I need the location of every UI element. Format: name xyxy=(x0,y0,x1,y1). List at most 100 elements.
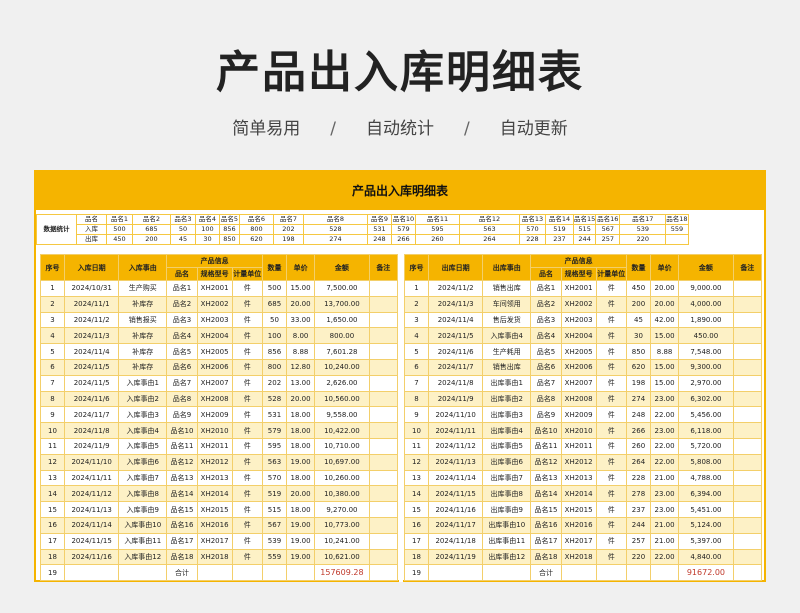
table-cell[interactable]: 品名3 xyxy=(166,311,198,329)
table-cell[interactable]: 入库事由8 xyxy=(118,485,168,503)
table-cell[interactable]: 品名13 xyxy=(166,469,198,487)
table-cell[interactable]: 出库事由1 xyxy=(482,374,532,392)
table-cell[interactable]: XH2010 xyxy=(196,422,233,439)
table-cell[interactable]: 件 xyxy=(231,501,263,518)
table-cell[interactable]: 19.00 xyxy=(285,516,316,534)
table-cell[interactable]: 出库事由12 xyxy=(482,548,532,566)
table-cell[interactable]: 件 xyxy=(231,343,263,360)
table-cell[interactable]: 22.00 xyxy=(649,437,680,455)
table-cell[interactable]: 2024/11/15 xyxy=(427,485,484,503)
table-cell[interactable]: 件 xyxy=(231,358,263,376)
table-cell[interactable]: 2024/11/2 xyxy=(63,311,120,329)
table-cell[interactable]: XH2014 xyxy=(560,485,597,503)
table-cell[interactable]: 2024/11/14 xyxy=(427,469,484,487)
table-cell[interactable]: 9,558.00 xyxy=(314,406,370,424)
table-cell[interactable] xyxy=(368,501,399,518)
table-cell[interactable]: 1,890.00 xyxy=(678,311,734,329)
table-cell[interactable]: 800.00 xyxy=(314,327,370,345)
table-cell[interactable]: 237 xyxy=(626,501,651,518)
table-cell[interactable]: 品名8 xyxy=(530,390,562,408)
table-cell[interactable]: 品名7 xyxy=(530,374,562,392)
table-cell[interactable]: 品名17 xyxy=(166,532,198,550)
table-cell[interactable]: 595 xyxy=(262,437,287,455)
table-cell[interactable]: 10,240.00 xyxy=(314,358,370,376)
table-cell[interactable]: 16 xyxy=(404,516,429,534)
table-cell[interactable]: 2024/11/12 xyxy=(427,437,484,455)
table-cell[interactable]: 18.00 xyxy=(285,422,316,439)
table-cell[interactable]: 450.00 xyxy=(678,327,734,345)
table-cell[interactable]: 21.00 xyxy=(649,469,680,487)
table-cell[interactable]: 品名9 xyxy=(530,406,562,424)
table-cell[interactable]: 车间领用 xyxy=(482,295,532,313)
table-cell[interactable] xyxy=(368,280,399,297)
table-cell[interactable]: 10,621.00 xyxy=(314,548,370,566)
table-cell[interactable]: 528 xyxy=(262,390,287,408)
table-cell[interactable]: 856 xyxy=(262,343,287,360)
table-cell[interactable]: XH2001 xyxy=(196,280,233,297)
table-cell[interactable]: 出库事由2 xyxy=(482,390,532,408)
table-cell[interactable]: 17 xyxy=(404,532,429,550)
table-cell[interactable]: 23.00 xyxy=(649,501,680,518)
table-cell[interactable]: 7,601.28 xyxy=(314,343,370,360)
table-cell[interactable]: XH2010 xyxy=(560,422,597,439)
table-cell[interactable]: 件 xyxy=(231,390,263,408)
table-cell[interactable]: 260 xyxy=(626,437,651,455)
table-cell[interactable]: 685 xyxy=(262,295,287,313)
table-cell[interactable]: 21.00 xyxy=(649,532,680,550)
table-cell[interactable]: 品名2 xyxy=(166,295,198,313)
table-cell[interactable]: 入库事由9 xyxy=(118,501,168,518)
table-cell[interactable] xyxy=(368,437,399,455)
table-cell[interactable]: 件 xyxy=(595,295,627,313)
table-cell[interactable] xyxy=(368,469,399,487)
table-cell[interactable]: 16 xyxy=(40,516,65,534)
table-cell[interactable]: 品名11 xyxy=(166,437,198,455)
table-cell[interactable] xyxy=(732,390,763,408)
table-cell[interactable]: 6 xyxy=(40,358,65,376)
table-cell[interactable]: 22.00 xyxy=(649,406,680,424)
table-cell[interactable]: 件 xyxy=(231,516,263,534)
table-cell[interactable]: 件 xyxy=(595,406,627,424)
table-cell[interactable]: 件 xyxy=(231,453,263,471)
table-cell[interactable]: XH2002 xyxy=(196,295,233,313)
table-cell[interactable]: 519 xyxy=(262,485,287,503)
table-cell[interactable]: 品名14 xyxy=(530,485,562,503)
table-cell[interactable] xyxy=(732,358,763,376)
table-cell[interactable]: 入库事由4 xyxy=(482,327,532,345)
table-cell[interactable]: 补库存 xyxy=(118,295,168,313)
table-cell[interactable]: 10,422.00 xyxy=(314,422,370,439)
table-cell[interactable]: 15.00 xyxy=(285,280,316,297)
table-cell[interactable]: 2024/11/12 xyxy=(63,485,120,503)
table-cell[interactable]: 2 xyxy=(40,295,65,313)
table-cell[interactable]: 20.00 xyxy=(649,280,680,297)
table-cell[interactable]: 品名1 xyxy=(530,280,562,297)
table-cell[interactable]: XH2018 xyxy=(196,548,233,566)
table-cell[interactable]: 件 xyxy=(231,422,263,439)
table-cell[interactable] xyxy=(732,295,763,313)
table-cell[interactable]: 5,456.00 xyxy=(678,406,734,424)
table-cell[interactable]: XH2006 xyxy=(560,358,597,376)
table-cell[interactable]: 出库事由9 xyxy=(482,501,532,518)
table-cell[interactable]: 19.00 xyxy=(285,548,316,566)
table-cell[interactable] xyxy=(732,516,763,534)
table-cell[interactable]: 2024/11/13 xyxy=(427,453,484,471)
table-cell[interactable]: 入库事由4 xyxy=(118,422,168,439)
table-cell[interactable]: 品名2 xyxy=(530,295,562,313)
table-cell[interactable]: 9 xyxy=(404,406,429,424)
table-cell[interactable]: 220 xyxy=(626,548,651,566)
table-cell[interactable]: 品名11 xyxy=(530,437,562,455)
table-cell[interactable]: 264 xyxy=(626,453,651,471)
table-cell[interactable] xyxy=(732,422,763,439)
table-cell[interactable]: XH2007 xyxy=(196,374,233,392)
table-cell[interactable]: XH2002 xyxy=(560,295,597,313)
table-cell[interactable] xyxy=(732,469,763,487)
table-cell[interactable] xyxy=(732,406,763,424)
table-cell[interactable]: 10,560.00 xyxy=(314,390,370,408)
table-cell[interactable]: 50 xyxy=(262,311,287,329)
table-cell[interactable] xyxy=(732,453,763,471)
table-cell[interactable]: 出库事由11 xyxy=(482,532,532,550)
table-cell[interactable]: 2024/11/6 xyxy=(427,343,484,360)
table-cell[interactable]: XH2006 xyxy=(196,358,233,376)
table-cell[interactable]: 品名8 xyxy=(166,390,198,408)
table-cell[interactable]: 品名4 xyxy=(530,327,562,345)
table-cell[interactable]: 278 xyxy=(626,485,651,503)
